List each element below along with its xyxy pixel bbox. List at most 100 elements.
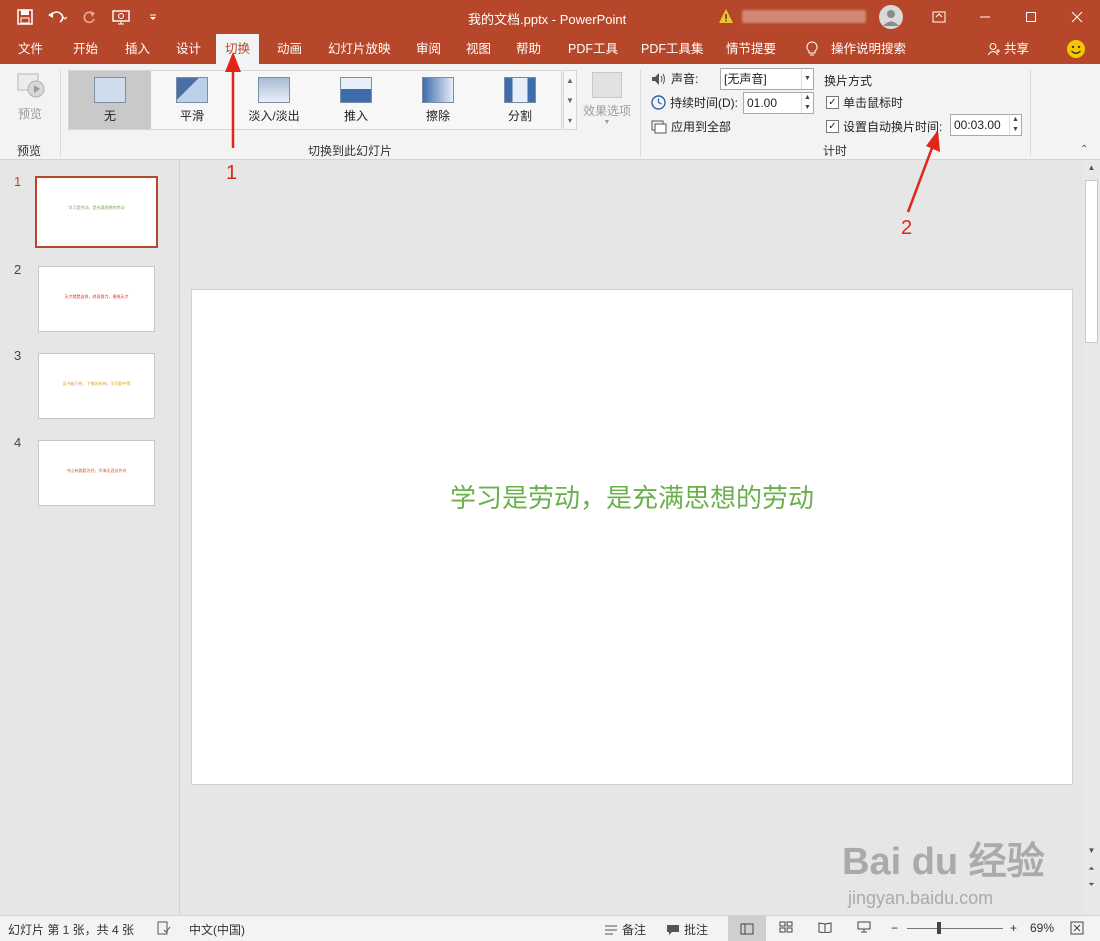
gallery-more-icon[interactable]: ▾ (564, 111, 576, 131)
customize-qat-icon[interactable] (142, 6, 164, 28)
document-title: 我的文档.pptx - PowerPoint (468, 12, 627, 27)
tab-storyboard[interactable]: 情节提要 (717, 34, 785, 64)
duration-spinner[interactable]: 01.00 ▲ ▼ (743, 92, 814, 114)
normal-view-button[interactable] (728, 916, 766, 941)
user-avatar[interactable] (879, 5, 903, 29)
slide-main-text[interactable]: 学习是劳动，是充满思想的劳动 (192, 478, 1072, 515)
vertical-scrollbar[interactable]: ▲ ▼ ⏶ ⏷ (1083, 160, 1100, 915)
baidu-watermark-url: jingyan.baidu.com (848, 888, 994, 908)
sound-dropdown[interactable]: [无声音] ▼ (720, 68, 814, 90)
slideshow-icon (857, 921, 871, 933)
collapse-ribbon-icon[interactable]: ⌃ (1080, 144, 1088, 155)
save-icon[interactable] (14, 6, 36, 28)
slideshow-button[interactable] (857, 921, 871, 933)
zoom-slider-knob[interactable] (937, 922, 941, 934)
slide-sorter-button[interactable] (779, 921, 793, 933)
present-from-start-icon[interactable] (110, 6, 132, 28)
slide-number: 1 (14, 174, 22, 189)
slide-thumbnail-2[interactable]: 天才就是这样，终身努力，便成天才 (38, 266, 155, 332)
ribbon-display-options-icon[interactable] (916, 0, 962, 34)
after-time-spinner[interactable]: 00:03.00 ▲ ▼ (950, 114, 1022, 136)
scroll-down-icon[interactable]: ▼ (1083, 846, 1100, 855)
feedback-smiley-icon[interactable] (1066, 39, 1086, 59)
thumbnail-text: 学习是劳动，是充满思想的劳动 (68, 205, 125, 210)
annotation-number-2: 2 (901, 217, 913, 239)
gallery-up-icon[interactable]: ▲ (564, 71, 576, 91)
apply-all-icon (651, 120, 667, 133)
tab-help[interactable]: 帮助 (507, 34, 550, 64)
transition-fade-icon (258, 77, 290, 103)
redo-icon[interactable] (78, 6, 100, 28)
next-slide-icon[interactable]: ⏷ (1083, 880, 1100, 890)
comments-button[interactable]: 批注 (666, 921, 708, 938)
effect-options-button[interactable]: 效果选项 ▼ (580, 70, 634, 130)
preview-icon (17, 73, 45, 98)
tab-animations[interactable]: 动画 (268, 34, 311, 64)
transition-fade[interactable]: 淡入/淡出 (233, 71, 315, 129)
tab-home[interactable]: 开始 (64, 34, 107, 64)
tab-review[interactable]: 审阅 (407, 34, 450, 64)
slide-editing-canvas[interactable]: 学习是劳动，是充满思想的劳动 (191, 289, 1073, 785)
maximize-icon[interactable] (1008, 0, 1054, 34)
after-time-checkbox-row[interactable]: ✓ 设置自动换片时间: (826, 118, 942, 135)
after-time-checkbox[interactable]: ✓ (826, 120, 839, 133)
apply-all-button[interactable]: 应用到全部 (651, 118, 731, 135)
minimize-icon[interactable] (962, 0, 1008, 34)
transition-wipe[interactable]: 擦除 (397, 71, 479, 129)
advance-label: 换片方式 (824, 74, 873, 88)
comment-icon (667, 924, 679, 935)
tell-me-label: 操作说明搜索 (831, 42, 907, 56)
tab-view[interactable]: 视图 (457, 34, 500, 64)
slide-thumbnail-3[interactable]: 读书破万卷，下笔如有神，学问勤中得 (38, 353, 155, 419)
scrollbar-thumb[interactable] (1085, 180, 1098, 343)
transition-push[interactable]: 推入 (315, 71, 397, 129)
tab-file[interactable]: 文件 (9, 34, 52, 64)
gallery-down-icon[interactable]: ▼ (564, 91, 576, 111)
timing-group-label: 计时 (823, 144, 848, 158)
language-status[interactable]: 中文(中国) (189, 921, 245, 938)
transition-split[interactable]: 分割 (479, 71, 561, 129)
fit-to-window-icon[interactable] (1070, 921, 1084, 935)
undo-icon[interactable] (46, 6, 68, 28)
transition-none[interactable]: 无 (69, 71, 151, 129)
tab-transitions[interactable]: 切换 (216, 34, 260, 64)
duration-row: 持续时间(D): (651, 94, 738, 111)
reading-view-button[interactable] (818, 921, 832, 933)
accessibility-icon[interactable] (157, 921, 171, 935)
on-click-checkbox[interactable]: ✓ (826, 96, 839, 109)
scroll-up-icon[interactable]: ▲ (1083, 163, 1100, 172)
share-button[interactable]: 共享 (978, 34, 1038, 64)
zoom-slider-track[interactable] (907, 928, 1003, 929)
zoom-in-icon[interactable]: + (1010, 921, 1017, 935)
tell-me-search[interactable]: 操作说明搜索 (796, 34, 915, 64)
thumbnail-text: 书山有路勤为径，学海无涯苦作舟 (66, 468, 127, 473)
on-click-checkbox-row[interactable]: ✓ 单击鼠标时 (826, 94, 903, 111)
close-icon[interactable] (1054, 0, 1100, 34)
tab-pdf-toolset[interactable]: PDF工具集 (632, 34, 713, 64)
notes-button[interactable]: 备注 (604, 921, 646, 938)
transition-label: 擦除 (425, 109, 450, 123)
preview-group-label: 预览 (17, 144, 42, 158)
warning-icon[interactable] (718, 8, 734, 24)
tab-slideshow[interactable]: 幻灯片放映 (319, 34, 400, 64)
group-divider (1030, 70, 1031, 156)
group-divider (60, 70, 61, 156)
transition-none-icon (94, 77, 126, 103)
tab-insert[interactable]: 插入 (116, 34, 159, 64)
zoom-out-icon[interactable]: − (891, 921, 898, 935)
slide-thumbnail-1[interactable]: 学习是劳动，是充满思想的劳动 (35, 176, 158, 248)
account-name-redacted[interactable] (742, 10, 866, 23)
tab-design[interactable]: 设计 (167, 34, 210, 64)
transition-label: 无 (103, 109, 116, 123)
previous-slide-icon[interactable]: ⏶ (1083, 864, 1100, 874)
transition-morph[interactable]: 平滑 (151, 71, 233, 129)
tab-pdf-tools[interactable]: PDF工具 (559, 34, 627, 64)
transition-split-icon (504, 77, 536, 103)
effect-options-label: 效果选项 (582, 104, 631, 118)
zoom-level[interactable]: 69% (1030, 921, 1054, 935)
chevron-down-icon: ▼ (603, 119, 611, 126)
slide-thumbnail-4[interactable]: 书山有路勤为径，学海无涯苦作舟 (38, 440, 155, 506)
lightbulb-icon (806, 41, 818, 56)
slide-number: 4 (14, 435, 22, 450)
preview-button[interactable]: 预览 (8, 70, 52, 128)
